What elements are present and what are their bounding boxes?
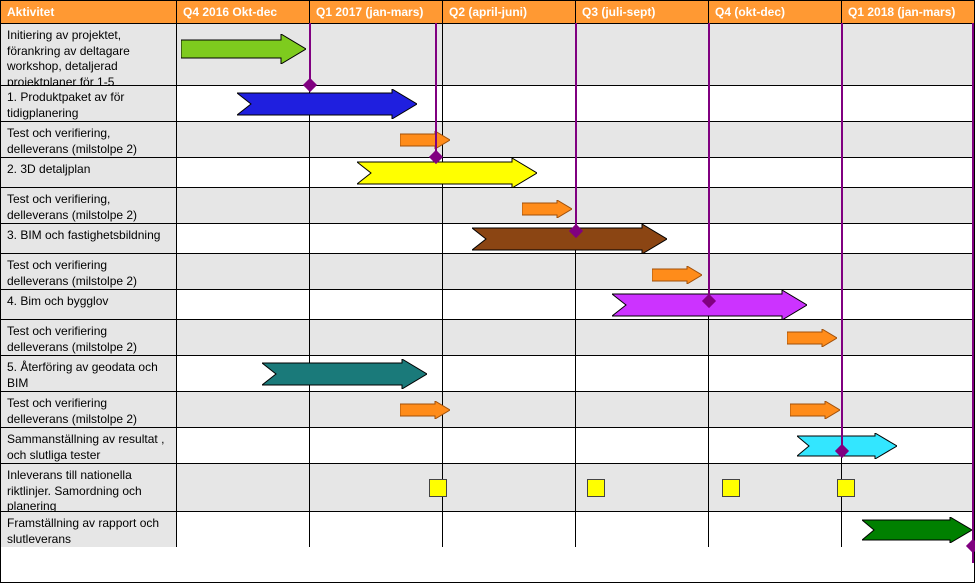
header-q4: Q4 (okt-dec) bbox=[709, 1, 842, 23]
activity-label: Test och verifiering, delleverans (milst… bbox=[1, 122, 177, 157]
timeline bbox=[177, 320, 975, 355]
arrow-test-3 bbox=[652, 266, 702, 284]
timeline bbox=[177, 464, 975, 511]
milestone-line-4 bbox=[708, 23, 710, 301]
arrow-test-4 bbox=[787, 329, 837, 347]
header-activity: Aktivitet bbox=[1, 1, 177, 23]
row-5: Test och verifiering, delleverans (milst… bbox=[1, 187, 974, 223]
header-q1: Q1 2017 (jan-mars) bbox=[310, 1, 443, 23]
arrow-test-2 bbox=[522, 200, 572, 218]
arrow-bim-fastighet bbox=[472, 224, 667, 248]
activity-label: Inleverans till nationella riktlinjer. S… bbox=[1, 464, 177, 511]
arrow-3d-plan bbox=[357, 158, 537, 182]
milestone-line-3 bbox=[575, 23, 577, 231]
row-2: 1. Produktpaket av för tidigplanering bbox=[1, 85, 974, 121]
row-13: Inleverans till nationella riktlinjer. S… bbox=[1, 463, 974, 511]
deliverable-box-q3 bbox=[587, 479, 605, 497]
timeline bbox=[177, 512, 975, 547]
activity-label: Test och verifiering delleverans (milsto… bbox=[1, 254, 177, 289]
arrow-test-5a bbox=[400, 401, 450, 419]
row-1: Initiering av projektet, förankring av d… bbox=[1, 23, 974, 85]
row-14: Framställning av rapport och slutleveran… bbox=[1, 511, 974, 547]
deliverable-box-q5 bbox=[837, 479, 855, 497]
header-row: Aktivitet Q4 2016 Okt-dec Q1 2017 (jan-m… bbox=[1, 1, 974, 23]
row-11: Test och verifiering delleverans (milsto… bbox=[1, 391, 974, 427]
row-8: 4. Bim och bygglov bbox=[1, 289, 974, 319]
row-3: Test och verifiering, delleverans (milst… bbox=[1, 121, 974, 157]
timeline bbox=[177, 290, 975, 319]
milestone-line-6 bbox=[972, 23, 974, 563]
activity-label: 1. Produktpaket av för tidigplanering bbox=[1, 86, 177, 121]
row-9: Test och verifiering delleverans (milsto… bbox=[1, 319, 974, 355]
arrow-test-5b bbox=[790, 401, 840, 419]
activity-label: 3. BIM och fastighetsbildning bbox=[1, 224, 177, 253]
arrow-initiation bbox=[181, 34, 306, 58]
row-10: 5. Återföring av geodata och BIM bbox=[1, 355, 974, 391]
activity-label: Initiering av projektet, förankring av d… bbox=[1, 24, 177, 85]
activity-label: 4. Bim och bygglov bbox=[1, 290, 177, 319]
activity-label: Sammanställning av resultat , och slutli… bbox=[1, 428, 177, 463]
arrow-test-1 bbox=[400, 131, 450, 149]
header-q0: Q4 2016 Okt-dec bbox=[177, 1, 310, 23]
arrow-geodata bbox=[262, 359, 427, 383]
timeline bbox=[177, 392, 975, 427]
timeline bbox=[177, 254, 975, 289]
header-q5: Q1 2018 (jan-mars) bbox=[842, 1, 975, 23]
milestone-line-5 bbox=[841, 23, 843, 451]
arrow-product-package bbox=[237, 89, 417, 113]
arrow-final-report bbox=[862, 517, 972, 541]
activity-label: Test och verifiering, delleverans (milst… bbox=[1, 188, 177, 223]
timeline bbox=[177, 428, 975, 463]
activity-label: 5. Återföring av geodata och BIM bbox=[1, 356, 177, 391]
row-4: 2. 3D detaljplan bbox=[1, 157, 974, 187]
activity-label: 2. 3D detaljplan bbox=[1, 158, 177, 187]
activity-label: Framställning av rapport och slutleveran… bbox=[1, 512, 177, 547]
deliverable-box-q4 bbox=[722, 479, 740, 497]
activity-label: Test och verifiering delleverans (milsto… bbox=[1, 320, 177, 355]
arrow-compile bbox=[797, 433, 897, 457]
header-q2: Q2 (april-juni) bbox=[443, 1, 576, 23]
row-12: Sammanställning av resultat , och slutli… bbox=[1, 427, 974, 463]
header-q3: Q3 (juli-sept) bbox=[576, 1, 709, 23]
row-7: Test och verifiering delleverans (milsto… bbox=[1, 253, 974, 289]
row-6: 3. BIM och fastighetsbildning bbox=[1, 223, 974, 253]
deliverable-box-q2 bbox=[429, 479, 447, 497]
milestone-line-1 bbox=[309, 23, 311, 85]
milestone-line-2 bbox=[435, 23, 437, 157]
timeline bbox=[177, 356, 975, 391]
gantt-chart: Aktivitet Q4 2016 Okt-dec Q1 2017 (jan-m… bbox=[0, 0, 975, 583]
activity-label: Test och verifiering delleverans (milsto… bbox=[1, 392, 177, 427]
